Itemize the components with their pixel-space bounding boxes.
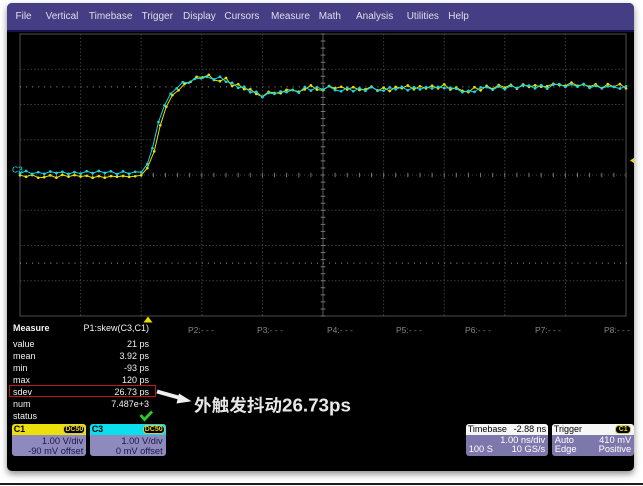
svg-text:26.73ps: 26.73ps <box>282 395 351 416</box>
